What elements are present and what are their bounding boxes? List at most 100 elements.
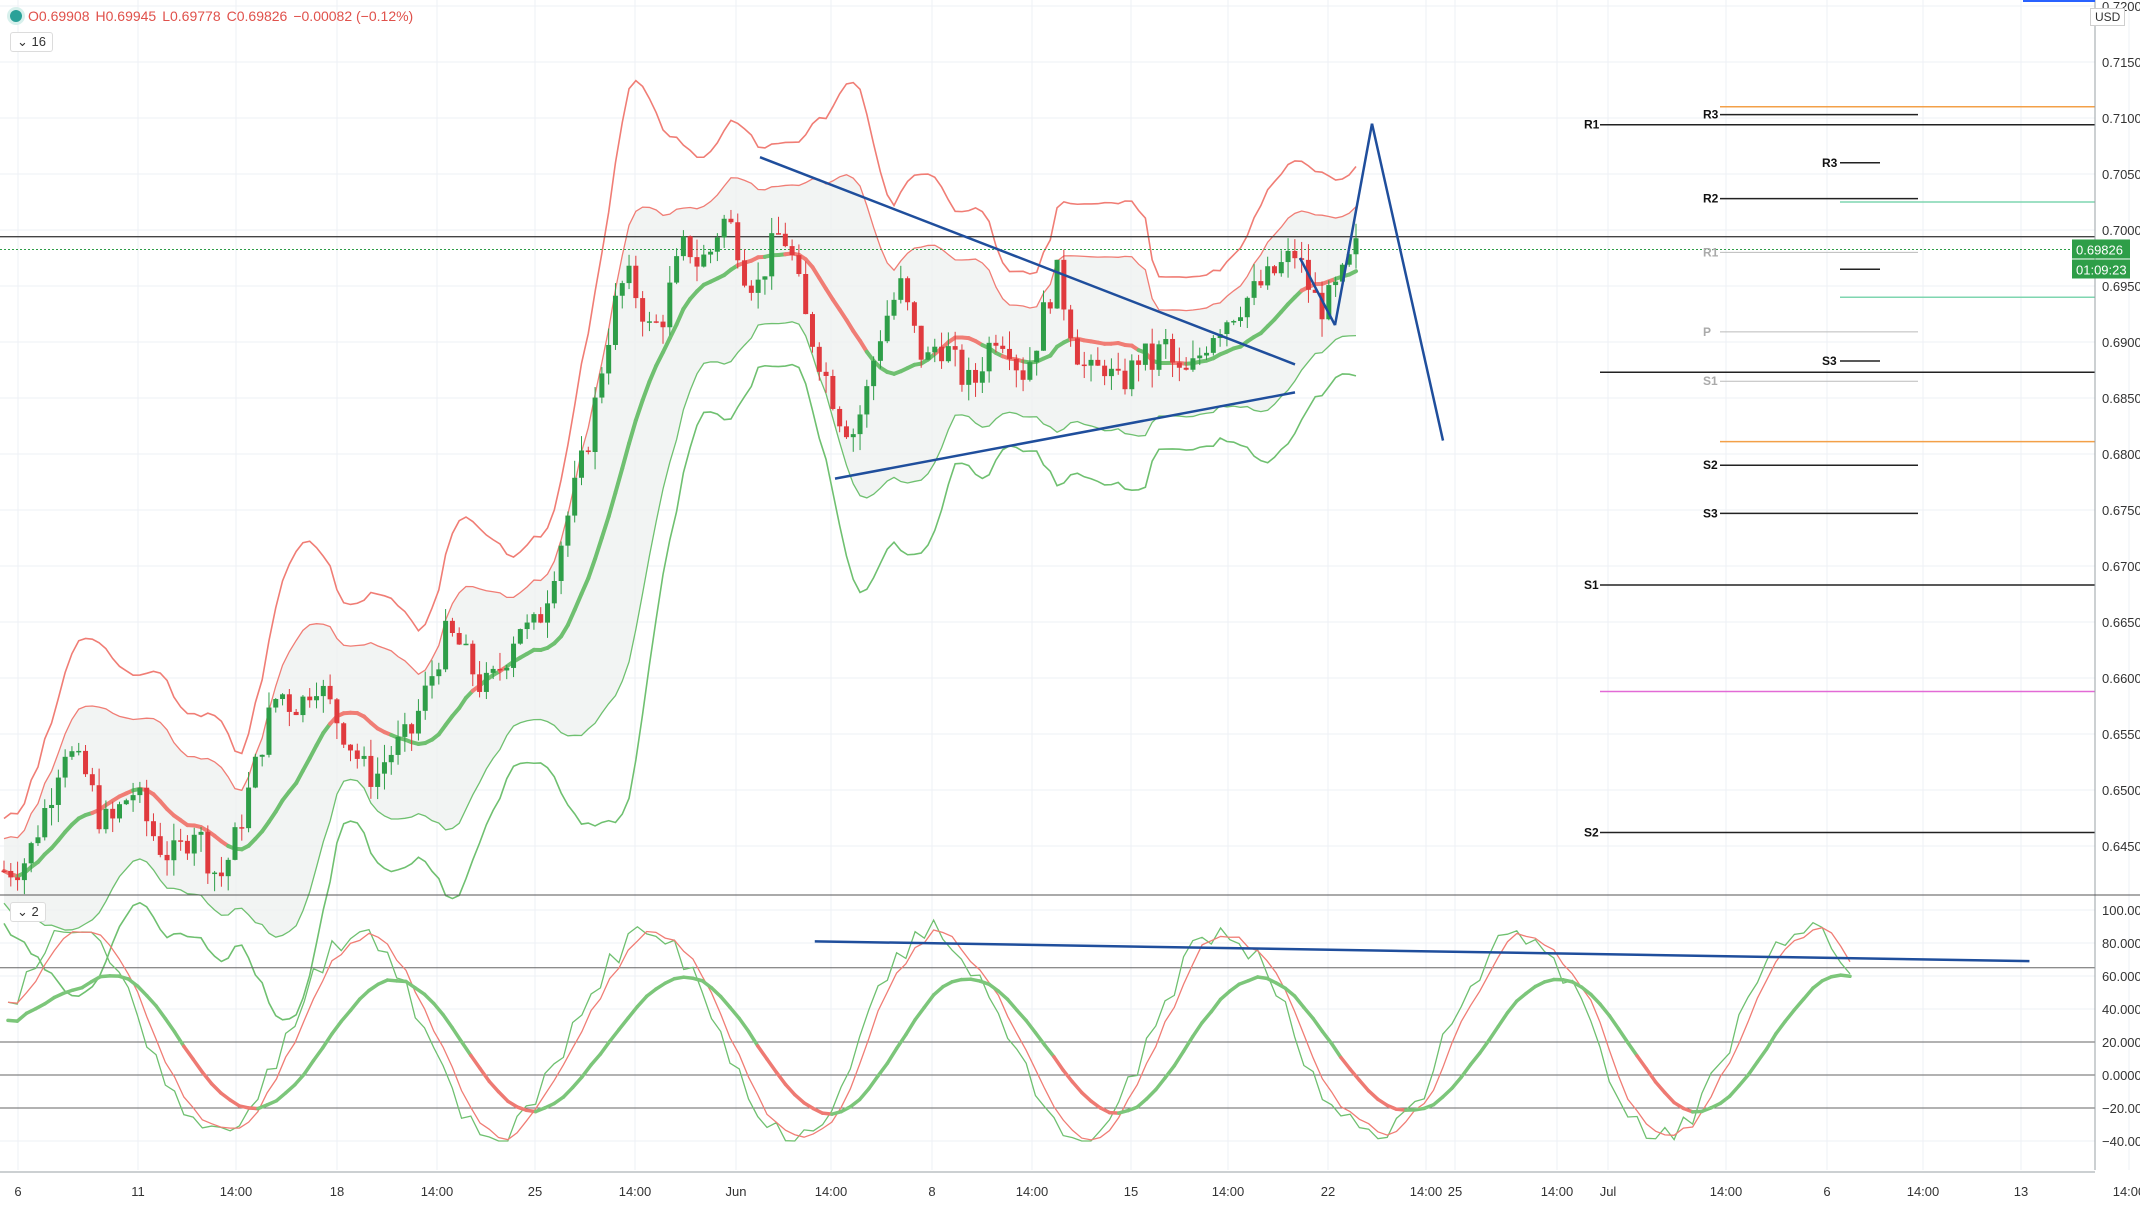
candle-body (796, 255, 802, 275)
price-tick-label: 0.66500 (2102, 615, 2140, 630)
osc-slow-segment (1626, 1040, 1639, 1058)
candle-body (1, 870, 7, 873)
candle-body (402, 724, 408, 737)
candle-body (857, 414, 863, 435)
candle-body (1074, 338, 1080, 365)
osc-slow-segment (209, 1081, 223, 1095)
daily-p-label: P (1703, 325, 1711, 339)
candle-body (178, 840, 184, 842)
candle-body (979, 371, 985, 383)
candle-body (511, 643, 517, 668)
osc-slow-segment (191, 1057, 205, 1074)
osc-slow-segment (848, 1097, 862, 1109)
candle-body (674, 256, 680, 283)
time-tick-label: 6 (1823, 1184, 1830, 1199)
osc-slow-segment (1653, 1080, 1667, 1095)
osc-slow-segment (1801, 986, 1815, 1001)
osc-slow-segment (1052, 1055, 1065, 1072)
candle-body (1156, 344, 1162, 370)
candle-body (28, 843, 34, 864)
daily-r1-label: R1 (1703, 245, 1719, 259)
time-tick-label: 25 (1448, 1184, 1462, 1199)
candle-body (1149, 343, 1155, 370)
time-tick-label: 14:00 (220, 1184, 253, 1199)
candle-body (843, 426, 849, 438)
chart-canvas[interactable]: R1S1S2R3R2R1PS1S2S3R3S3 0.720000.715000.… (0, 0, 2140, 1205)
candle-body (1081, 364, 1087, 367)
candle-body (69, 751, 75, 757)
osc-tick-label: 60.00000 (2102, 969, 2140, 984)
candle-body (837, 408, 843, 427)
osc-slow-segment (1061, 1068, 1075, 1084)
ohlc-open: O0.69908 (28, 8, 90, 24)
candle-body (1271, 266, 1277, 274)
candle-body (144, 787, 150, 822)
price-tick-label: 0.70500 (2102, 167, 2140, 182)
candle-body (1238, 317, 1244, 322)
candle-body (572, 477, 578, 516)
osc-slow-segment (163, 1016, 177, 1034)
osc-slow-segment (1024, 1018, 1038, 1035)
candle-body (463, 643, 469, 646)
candle-body (871, 360, 877, 387)
osc-slow-segment (774, 1070, 788, 1087)
ohlc-legend: O0.69908 H0.69945 L0.69778 C0.69826 −0.0… (10, 8, 413, 24)
osc-tick-label: 20.00000 (2102, 1035, 2140, 1050)
price-tick-label: 0.69000 (2102, 335, 2140, 350)
candle-body (776, 233, 782, 235)
candle-body (1292, 250, 1298, 259)
osc-slow-segment (617, 1016, 630, 1032)
candle-body (1068, 309, 1074, 339)
candle-body (545, 603, 551, 623)
osc-slow-segment (1329, 1041, 1343, 1060)
candle-body (354, 750, 360, 759)
time-tick-label: 14:00 (815, 1184, 848, 1199)
osc-slow-segment (320, 1032, 334, 1050)
currency-button[interactable]: USD (2090, 8, 2126, 26)
candle-body (1333, 281, 1339, 286)
candle-body (959, 349, 965, 385)
candle-body (130, 795, 136, 801)
candle-body (171, 840, 177, 861)
osc-slow-segment (339, 1008, 353, 1024)
time-tick-label: 15 (1124, 1184, 1138, 1199)
candle-body (612, 295, 618, 345)
time-tick-label: 6 (14, 1184, 21, 1199)
candle-body (708, 251, 714, 255)
price-tick-label: 0.66000 (2102, 671, 2140, 686)
candle-body (945, 346, 951, 362)
candle-body (164, 854, 170, 861)
osc-slow-segment (931, 985, 945, 997)
candle-body (483, 672, 489, 692)
candle-body (701, 254, 707, 267)
candle-body (524, 622, 530, 630)
osc-tick-label: 80.00000 (2102, 936, 2140, 951)
osc-slow-segment (469, 1053, 482, 1071)
osc-slow-segment (1487, 1024, 1501, 1043)
candle-body (157, 836, 163, 855)
time-tick-label: 22 (1321, 1184, 1335, 1199)
indicator-collapse-button[interactable]: ⌄ 16 (10, 32, 53, 52)
symbol-dot-icon[interactable] (10, 10, 22, 22)
osc-slow-segment (1515, 991, 1528, 1003)
osc-slow-segment (589, 1052, 603, 1067)
candle-body (626, 265, 632, 284)
osc-slow-segment (15, 1011, 29, 1023)
candle-body (443, 620, 449, 670)
candle-body (687, 236, 693, 258)
osc-slow-segment (274, 1091, 288, 1103)
candle-body (184, 840, 190, 854)
candle-body (259, 754, 265, 757)
osc-slow-segment (293, 1072, 306, 1087)
candle-body (714, 237, 720, 252)
candle-body (314, 696, 320, 701)
candle-body (850, 434, 856, 438)
osc-slow-segment (1172, 1049, 1186, 1068)
candle-body (76, 750, 82, 753)
candle-body (246, 787, 252, 829)
candle-body (762, 276, 768, 280)
candle-body (334, 699, 340, 724)
candle-body (1210, 338, 1216, 353)
weekly-s2-label: S2 (1584, 826, 1599, 840)
osc-collapse-button[interactable]: ⌄ 2 (10, 902, 46, 922)
